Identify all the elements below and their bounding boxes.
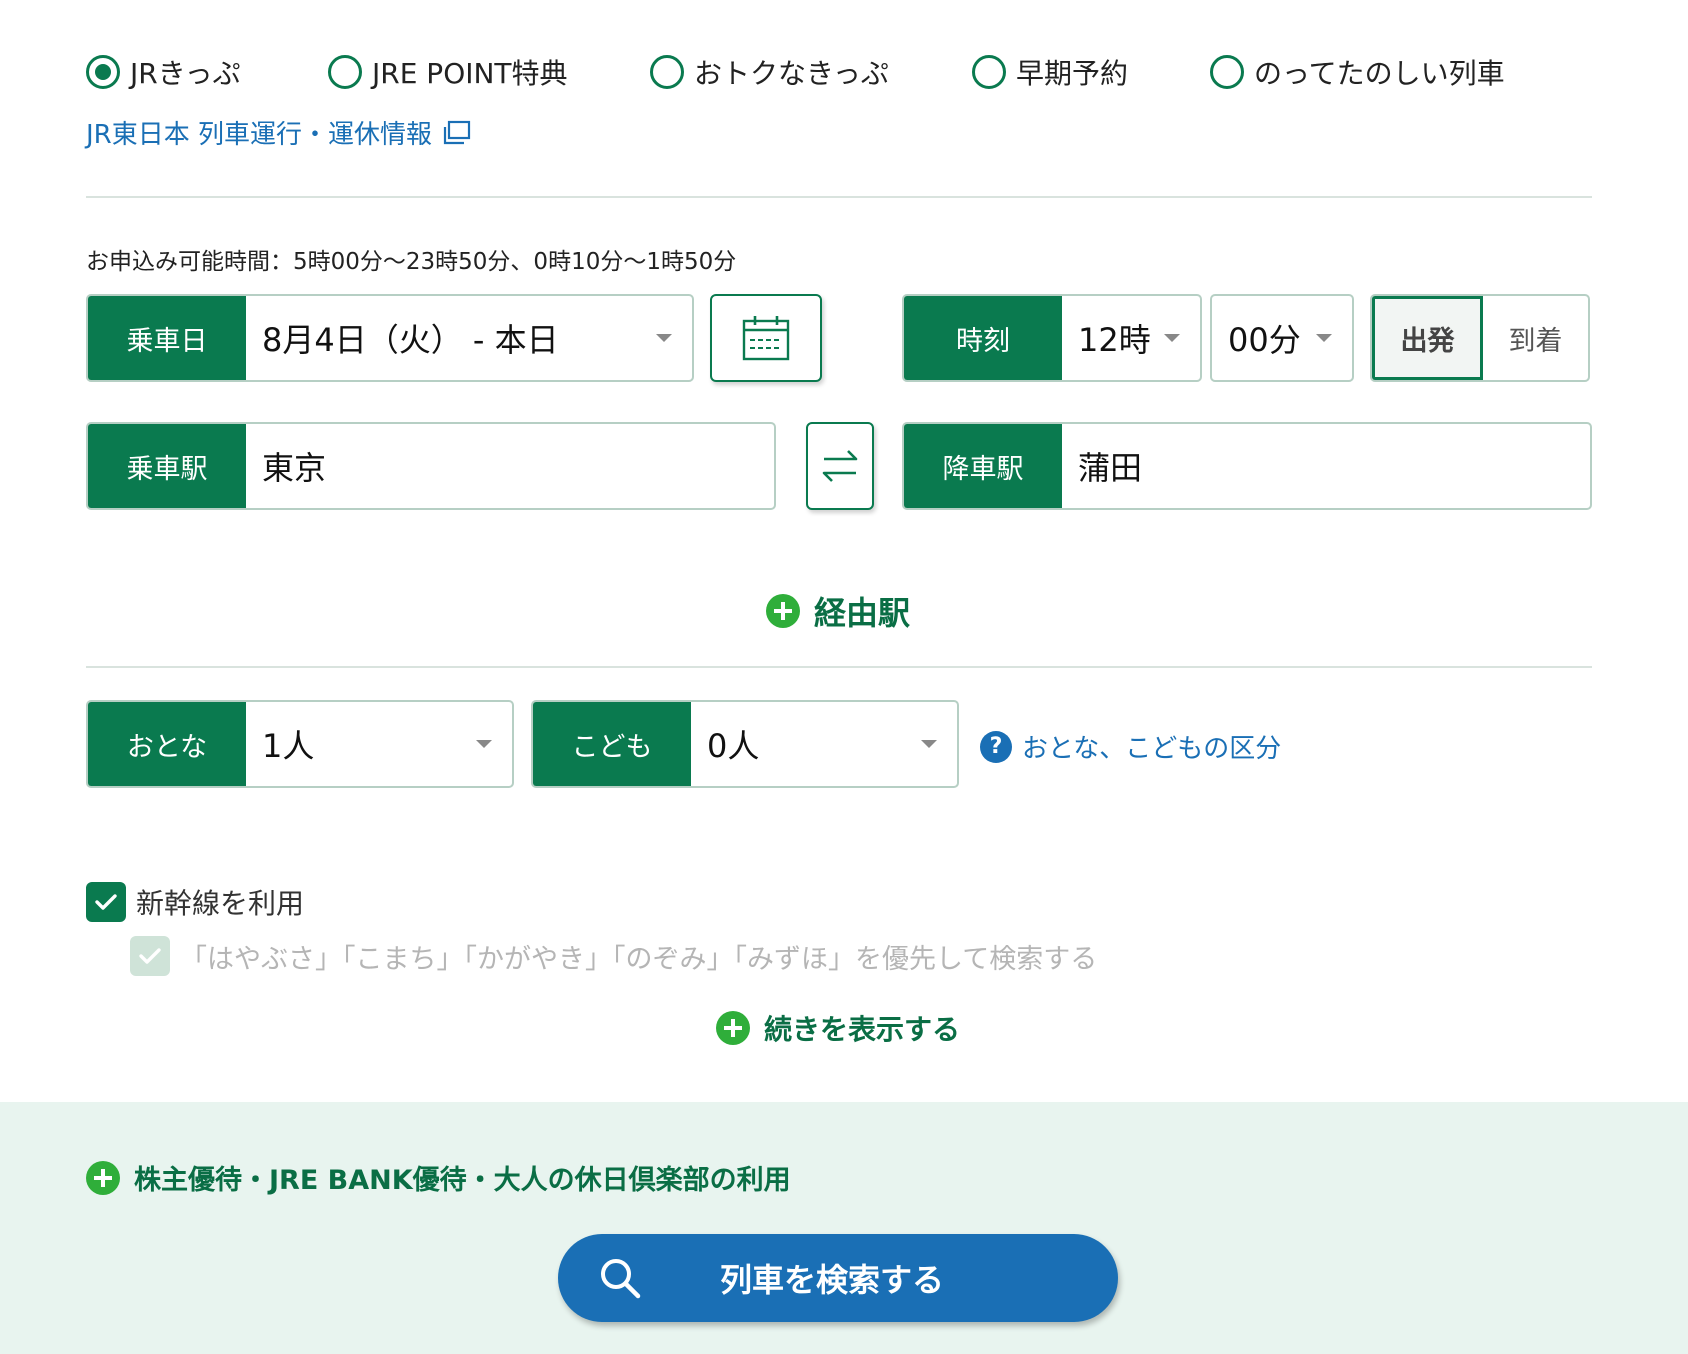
date-label: 乗車日 [88,296,246,380]
hour-value: 12時 [1078,321,1151,359]
chevron-down-icon [921,740,937,748]
radio-label: おトクなきっぷ [694,57,889,90]
radio-unselected-icon [1210,55,1244,89]
search-trains-button[interactable]: 列車を検索する [558,1234,1118,1322]
swap-arrows-icon [822,450,858,482]
radio-unselected-icon [972,55,1006,89]
priority-trains-label: 「はやぶさ」「こまち」「かがやき」「のぞみ」「みずほ」を優先して検索する [180,943,1098,975]
minute-value: 00分 [1228,321,1301,359]
discount-options-button[interactable]: 株主優待・JRE BANK優待・大人の休日倶楽部の利用 [86,1158,791,1197]
child-count-select[interactable]: こども 0人 [531,700,959,788]
show-more-button[interactable]: 続きを表示する [716,1008,960,1048]
arrival-station-field[interactable]: 降車駅 蒲田 [902,422,1592,510]
adult-count-select[interactable]: おとな 1人 [86,700,514,788]
booking-hours-note: お申込み可能時間：5時00分〜23時50分、0時10分〜1時50分 [86,249,737,275]
swap-stations-button[interactable] [806,422,874,510]
chevron-down-icon [656,334,672,342]
checkmark-icon [86,882,126,922]
adult-label: おとな [88,702,246,786]
operation-info-link[interactable]: JR東日本 列車運行・運休情報 [86,114,472,151]
radio-jre-point[interactable]: JRE POINT特典 [328,52,568,92]
plus-circle-icon [716,1011,750,1045]
plus-circle-icon [86,1160,120,1195]
radio-jr-ticket[interactable]: JRきっぷ [86,52,241,92]
show-more-label: 続きを表示する [764,1013,961,1046]
plus-circle-icon [766,594,800,628]
departure-station-label: 乗車駅 [88,424,246,508]
radio-unselected-icon [650,55,684,89]
calendar-icon [742,316,790,361]
priority-trains-checkbox[interactable]: 「はやぶさ」「こまち」「かがやき」「のぞみ」「みずほ」を優先して検索する [130,936,1097,976]
question-mark-icon: ? [980,730,1012,763]
minute-select[interactable]: 00分 [1210,294,1354,382]
divider [86,666,1592,668]
shinkansen-checkbox-label: 新幹線を利用 [136,887,305,920]
via-station-label: 経由駅 [814,594,911,632]
departure-station-input[interactable]: 東京 [246,424,774,508]
radio-selected-icon [86,55,120,89]
radio-joyful-train[interactable]: のってたのしい列車 [1210,52,1505,92]
radio-label: JRきっぷ [130,57,241,90]
radio-label: のってたのしい列車 [1254,57,1505,90]
search-icon [601,1259,641,1299]
depart-arrive-toggle: 出発 到着 [1370,294,1590,382]
external-window-icon [443,120,471,144]
age-category-help-text: おとな、こどもの区分 [1022,734,1282,764]
radio-label: JRE POINT特典 [372,57,568,90]
discount-options-label: 株主優待・JRE BANK優待・大人の休日倶楽部の利用 [134,1165,791,1196]
child-label: こども [533,702,691,786]
child-count-value: 0人 [707,727,760,765]
arrive-button[interactable]: 到着 [1483,296,1588,380]
checkmark-icon [130,936,170,976]
ticket-type-radio-group: JRきっぷ JRE POINT特典 おトクなきっぷ 早期予約 のってたのしい列車 [86,52,1626,92]
search-trains-label: 列車を検索する [720,1261,945,1299]
calendar-button[interactable] [710,294,822,382]
date-select[interactable]: 乗車日 8月4日（火） - 本日 [86,294,694,382]
chevron-down-icon [1164,334,1180,342]
age-category-help-link[interactable]: ? おとな、こどもの区分 [980,728,1281,765]
divider [86,196,1592,198]
chevron-down-icon [1316,334,1332,342]
arrival-station-input[interactable]: 蒲田 [1062,424,1590,508]
departure-station-field[interactable]: 乗車駅 東京 [86,422,776,510]
operation-info-link-text: JR東日本 列車運行・運休情報 [86,120,432,150]
add-via-station-button[interactable]: 経由駅 [766,588,910,634]
radio-early-booking[interactable]: 早期予約 [972,52,1128,92]
adult-count-value: 1人 [262,727,315,765]
radio-otoku-ticket[interactable]: おトクなきっぷ [650,52,889,92]
arrival-station-label: 降車駅 [904,424,1062,508]
radio-label: 早期予約 [1016,57,1129,90]
depart-button[interactable]: 出発 [1372,296,1483,380]
chevron-down-icon [476,740,492,748]
radio-unselected-icon [328,55,362,89]
shinkansen-checkbox[interactable]: 新幹線を利用 [86,882,304,922]
date-value: 8月4日（火） - 本日 [262,321,559,359]
time-label: 時刻 [904,296,1062,380]
hour-select[interactable]: 時刻 12時 [902,294,1202,382]
